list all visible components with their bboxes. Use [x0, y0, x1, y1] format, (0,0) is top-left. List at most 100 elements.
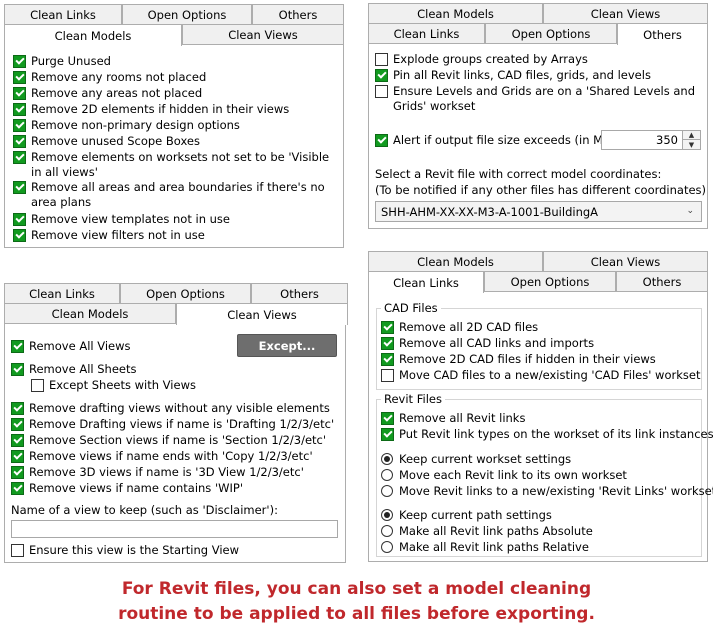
stepper-down-icon[interactable]: ▼ [683, 140, 700, 149]
radio-dot [381, 469, 393, 481]
pin-links-checkbox[interactable]: Pin all Revit links, CAD files, grids, a… [375, 68, 651, 83]
remove-revit-links-checkbox[interactable]: Remove all Revit links [381, 411, 525, 426]
tab-clean-models[interactable]: Clean Models [4, 24, 182, 46]
radio-dot [381, 509, 393, 521]
revit-file-dropdown[interactable]: SHH-AHM-XX-XX-M3-A-1001-BuildingA ⌄ [375, 201, 702, 222]
alert-file-size-checkbox[interactable]: Alert if output file size exceeds (in MB… [375, 133, 619, 148]
tab-open-options[interactable]: Open Options [485, 23, 617, 43]
checkbox-box [381, 321, 394, 334]
revit-files-title: Revit Files [381, 392, 445, 406]
checkbox-label: Remove any rooms not placed [31, 70, 207, 84]
remove-area-boundaries-checkbox[interactable]: Remove all areas and area boundaries if … [13, 180, 335, 210]
checkbox-label: Remove view templates not in use [31, 212, 231, 226]
tab-clean-links[interactable]: Clean Links [368, 23, 485, 43]
revit-links-workset-radio[interactable]: Move Revit links to a new/existing 'Revi… [381, 484, 713, 499]
checkbox-box [13, 55, 26, 68]
remove-empty-drafting-checkbox[interactable]: Remove drafting views without any visibl… [11, 401, 330, 416]
remove-scope-boxes-checkbox[interactable]: Remove unused Scope Boxes [13, 134, 200, 149]
checkbox-label: Except Sheets with Views [49, 378, 196, 392]
checkbox-label: Remove all Revit links [399, 411, 526, 425]
checkbox-box [31, 379, 44, 392]
checkbox-box [381, 412, 394, 425]
checkbox-box [11, 418, 24, 431]
remove-copy-named-checkbox[interactable]: Remove views if name ends with 'Copy 1/2… [11, 449, 313, 464]
checkbox-box [375, 85, 388, 98]
radio-dot [381, 541, 393, 553]
checkbox-box [13, 181, 26, 194]
tab-clean-views[interactable]: Clean Views [543, 251, 708, 271]
tab-open-options[interactable]: Open Options [122, 4, 252, 24]
tab-clean-models[interactable]: Clean Models [4, 303, 176, 323]
move-cad-workset-checkbox[interactable]: Move CAD files to a new/existing 'CAD Fi… [381, 368, 700, 383]
checkbox-label: Remove view filters not in use [31, 228, 205, 242]
remove-drafting-named-checkbox[interactable]: Remove Drafting views if name is 'Drafti… [11, 417, 334, 432]
remove-all-sheets-checkbox[interactable]: Remove All Sheets [11, 362, 136, 377]
tab-clean-views[interactable]: Clean Views [182, 24, 344, 44]
remove-wip-checkbox[interactable]: Remove views if name contains 'WIP' [11, 481, 243, 496]
checkbox-label: Ensure this view is the Starting View [29, 543, 240, 557]
checkbox-box [11, 450, 24, 463]
checkbox-label: Remove unused Scope Boxes [31, 134, 200, 148]
checkbox-box [13, 71, 26, 84]
tab-clean-models[interactable]: Clean Models [368, 251, 543, 271]
remove-areas-checkbox[interactable]: Remove any areas not placed [13, 86, 202, 101]
tab-others[interactable]: Others [617, 23, 708, 45]
checkbox-box [375, 53, 388, 66]
radio-dot [381, 453, 393, 465]
checkbox-label: Put Revit link types on the workset of i… [399, 427, 713, 441]
checkbox-box [13, 213, 26, 226]
checkbox-box [13, 151, 26, 164]
relative-path-radio[interactable]: Make all Revit link paths Relative [381, 540, 589, 555]
select-file-hint: (To be notified if any other files has d… [375, 183, 707, 197]
checkbox-label: Remove non-primary design options [31, 118, 240, 132]
checkbox-label: Pin all Revit links, CAD files, grids, a… [393, 68, 651, 82]
purge-unused-checkbox[interactable]: Purge Unused [13, 54, 111, 69]
remove-section-named-checkbox[interactable]: Remove Section views if name is 'Section… [11, 433, 326, 448]
tab-clean-views[interactable]: Clean Views [176, 303, 348, 325]
checkbox-label: Remove views if name contains 'WIP' [29, 481, 243, 495]
file-size-stepper[interactable]: 350 ▲ ▼ [601, 130, 701, 150]
except-sheets-checkbox[interactable]: Except Sheets with Views [31, 378, 196, 393]
starting-view-checkbox[interactable]: Ensure this view is the Starting View [11, 543, 239, 558]
checkbox-label: Remove all areas and area boundaries if … [31, 180, 325, 209]
tab-others[interactable]: Others [252, 4, 344, 24]
remove-workset-elements-checkbox[interactable]: Remove elements on worksets not set to b… [13, 150, 335, 180]
keep-view-input[interactable] [11, 520, 338, 538]
stepper-up-icon[interactable]: ▲ [683, 131, 700, 140]
except-button[interactable]: Except... [237, 334, 337, 357]
own-workset-radio[interactable]: Move each Revit link to its own workset [381, 468, 627, 483]
remove-view-templates-checkbox[interactable]: Remove view templates not in use [13, 212, 230, 227]
remove-3d-named-checkbox[interactable]: Remove 3D views if name is '3D View 1/2/… [11, 465, 304, 480]
link-types-workset-checkbox[interactable]: Put Revit link types on the workset of i… [381, 427, 713, 442]
keep-workset-radio[interactable]: Keep current workset settings [381, 452, 571, 467]
checkbox-label: Remove any areas not placed [31, 86, 203, 100]
explode-groups-checkbox[interactable]: Explode groups created by Arrays [375, 52, 588, 67]
checkbox-box [375, 69, 388, 82]
tab-open-options[interactable]: Open Options [484, 271, 616, 291]
remove-view-filters-checkbox[interactable]: Remove view filters not in use [13, 228, 205, 243]
remove-cad-links-checkbox[interactable]: Remove all CAD links and imports [381, 336, 594, 351]
radio-label: Keep current path settings [399, 508, 552, 522]
remove-rooms-checkbox[interactable]: Remove any rooms not placed [13, 70, 206, 85]
tab-others[interactable]: Others [251, 283, 348, 303]
remove-hidden-cad-checkbox[interactable]: Remove 2D CAD files if hidden in their v… [381, 352, 656, 367]
keep-path-radio[interactable]: Keep current path settings [381, 508, 552, 523]
remove-2d-cad-checkbox[interactable]: Remove all 2D CAD files [381, 320, 538, 335]
shared-levels-checkbox[interactable]: Ensure Levels and Grids are on a 'Shared… [375, 84, 705, 114]
tab-clean-links[interactable]: Clean Links [368, 271, 484, 293]
tab-others[interactable]: Others [616, 271, 708, 291]
tab-clean-links[interactable]: Clean Links [4, 4, 122, 24]
tab-open-options[interactable]: Open Options [120, 283, 251, 303]
tab-clean-models[interactable]: Clean Models [368, 3, 543, 23]
remove-2d-elements-checkbox[interactable]: Remove 2D elements if hidden in their vi… [13, 102, 289, 117]
remove-all-views-checkbox[interactable]: Remove All Views [11, 339, 131, 354]
select-file-label: Select a Revit file with correct model c… [375, 167, 662, 181]
radio-dot [381, 485, 393, 497]
tab-row-front: Clean Links Open Options Others [368, 271, 708, 293]
chevron-down-icon: ⌄ [686, 206, 694, 216]
remove-design-options-checkbox[interactable]: Remove non-primary design options [13, 118, 240, 133]
tab-clean-links[interactable]: Clean Links [4, 283, 120, 303]
checkbox-label: Remove drafting views without any visibl… [29, 401, 330, 415]
absolute-path-radio[interactable]: Make all Revit link paths Absolute [381, 524, 593, 539]
tab-clean-views[interactable]: Clean Views [543, 3, 708, 23]
